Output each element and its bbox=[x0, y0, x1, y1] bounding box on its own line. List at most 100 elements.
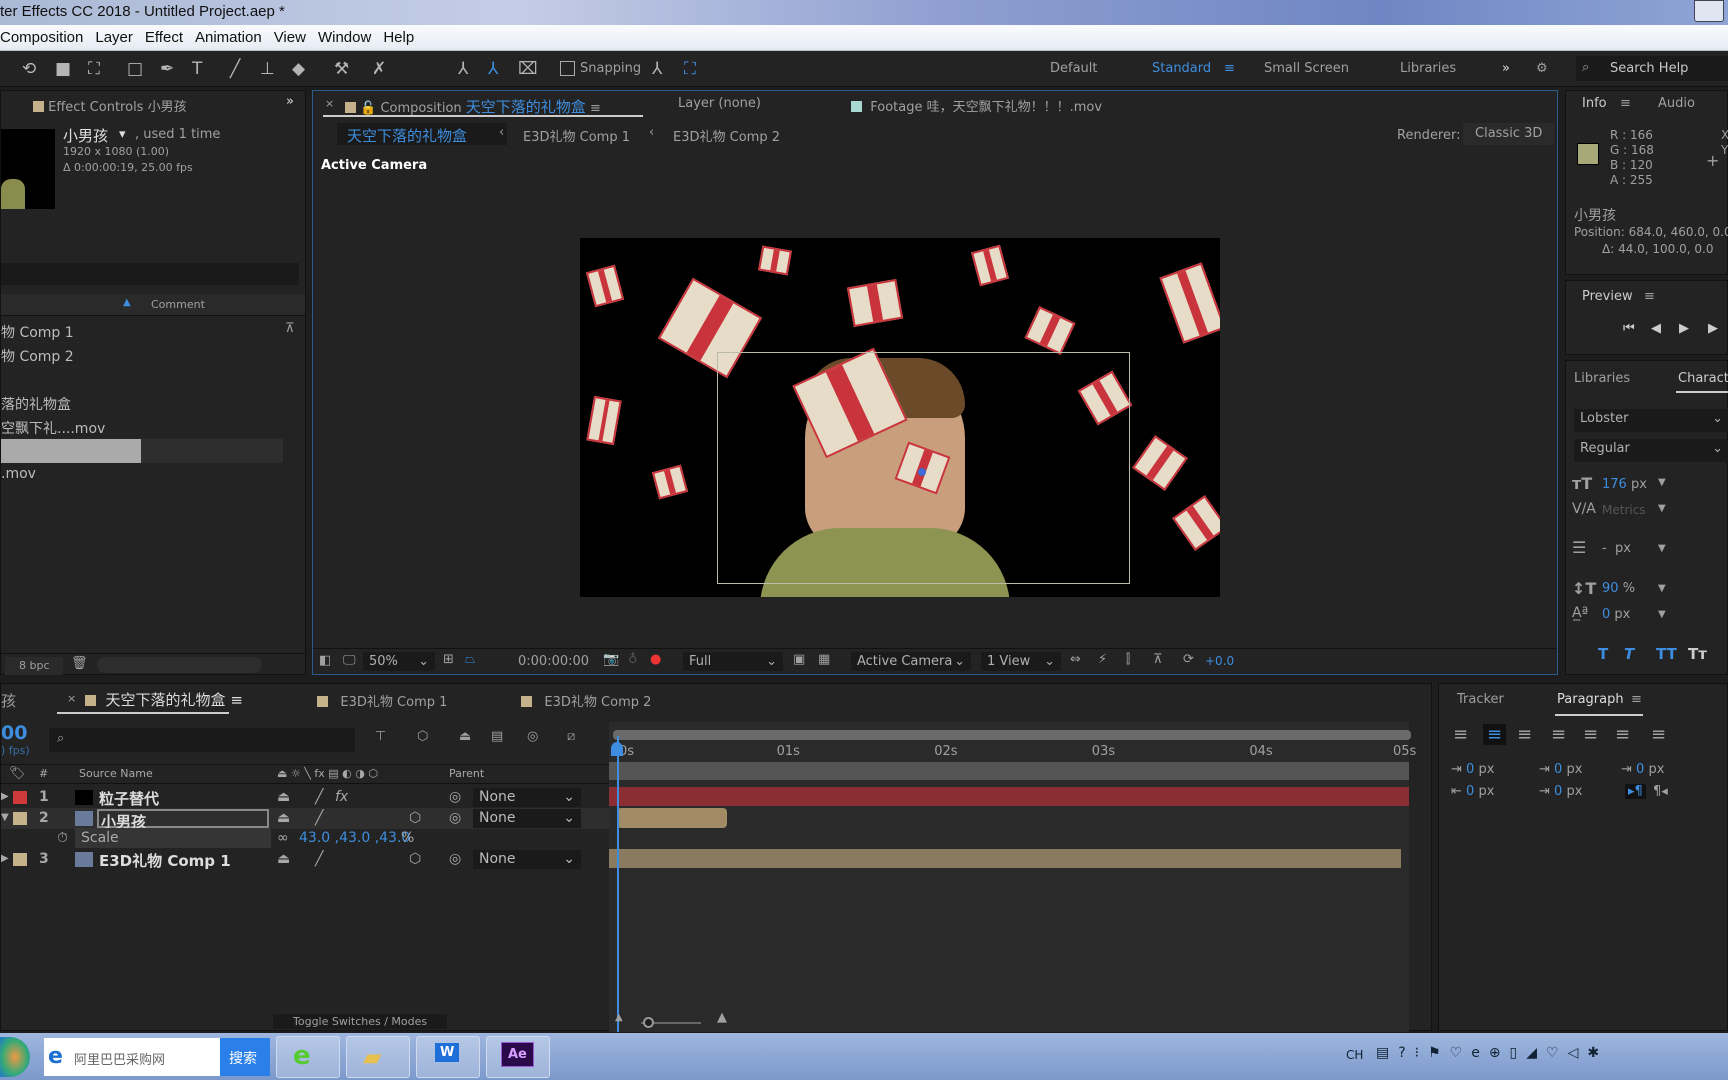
close-tab-icon[interactable]: × bbox=[325, 97, 334, 110]
local-axis-icon[interactable]: ⅄ bbox=[458, 59, 468, 79]
composition-viewer[interactable] bbox=[580, 238, 1220, 597]
resolution-dropdown[interactable]: Full ⌄ bbox=[683, 652, 783, 671]
safe-zones-icon[interactable]: ⊞ bbox=[443, 652, 454, 667]
rotate-tool-icon[interactable]: ⟲ bbox=[22, 59, 36, 79]
quality-switch-icon[interactable]: ╱ bbox=[315, 851, 323, 867]
panel-overflow-icon[interactable]: » bbox=[286, 94, 294, 109]
effect-controls-tab[interactable]: Effect Controls 小男孩 bbox=[33, 96, 187, 115]
panel-menu-icon[interactable]: ≡ bbox=[230, 691, 243, 709]
character-tab[interactable]: Characte bbox=[1678, 371, 1728, 386]
menu-window[interactable]: Window bbox=[318, 29, 371, 50]
first-frame-icon[interactable]: ⏮ bbox=[1623, 321, 1635, 336]
sort-ascending-icon[interactable]: ▲ bbox=[123, 297, 131, 308]
project-item[interactable]: 物 Comp 2 bbox=[1, 343, 283, 367]
label-color[interactable] bbox=[13, 853, 27, 866]
dropdown-arrow-icon[interactable]: ▼ bbox=[1658, 583, 1666, 594]
layer-duration-bar[interactable] bbox=[609, 849, 1401, 868]
renderer-button[interactable]: Classic 3D bbox=[1463, 123, 1555, 145]
breadcrumb-comp2[interactable]: E3D礼物 Comp 2 bbox=[673, 126, 780, 145]
indent-right-field[interactable]: ⇤ 0 px bbox=[1451, 784, 1494, 799]
effects-switch-icon[interactable]: fx bbox=[335, 789, 348, 805]
pick-whip-icon[interactable]: ◎ bbox=[449, 810, 461, 826]
work-area-bar[interactable] bbox=[613, 730, 1411, 740]
breadcrumb-active[interactable]: 天空下落的礼物盒 bbox=[337, 123, 507, 145]
timeline-tab-comp2[interactable]: E3D礼物 Comp 2 bbox=[521, 691, 651, 710]
time-graph[interactable]: 0s 01s 02s 03s 04s 05s bbox=[609, 722, 1416, 1032]
baseline-shift-field[interactable]: 0 px bbox=[1602, 607, 1630, 622]
region-of-interest-icon[interactable]: ▣ bbox=[793, 652, 805, 667]
justify-last-center-icon[interactable]: ≡ bbox=[1583, 724, 1598, 745]
menu-animation[interactable]: Animation bbox=[195, 29, 262, 50]
workspace-standard[interactable]: Standard bbox=[1152, 61, 1211, 76]
transparency-grid-icon[interactable]: ▦ bbox=[818, 652, 830, 667]
snapshot-icon[interactable]: 📷 bbox=[603, 652, 619, 667]
parent-dropdown[interactable]: None ⌄ bbox=[473, 850, 581, 869]
lock-icon[interactable]: 🔓 bbox=[360, 101, 376, 116]
current-time-indicator[interactable] bbox=[617, 736, 619, 1032]
parent-dropdown[interactable]: None ⌄ bbox=[473, 788, 581, 807]
camera-tool-icon[interactable]: ■ bbox=[55, 59, 71, 79]
twirl-closed-icon[interactable]: ▶ bbox=[1, 853, 9, 864]
project-search-input[interactable] bbox=[1, 263, 299, 285]
small-caps-icon[interactable]: Tт bbox=[1688, 645, 1707, 663]
composition-tab[interactable]: 🔓 Composition 天空下落的礼物盒 ≡ bbox=[345, 96, 601, 117]
puppet-tool-icon[interactable]: ✗ bbox=[372, 59, 386, 79]
project-item[interactable]: 物 Comp 1 bbox=[1, 319, 283, 343]
pick-whip-icon[interactable]: ◎ bbox=[449, 851, 461, 867]
monitor-icon[interactable]: 🖵 bbox=[343, 653, 356, 668]
kerning-value[interactable]: Metrics bbox=[1602, 503, 1646, 517]
layer-name[interactable]: 小男孩 bbox=[97, 809, 269, 831]
minimize-button[interactable] bbox=[1694, 0, 1724, 22]
start-button[interactable] bbox=[0, 1037, 30, 1077]
camera-view-dropdown[interactable]: Active Camera ⌄ bbox=[851, 652, 971, 671]
workspace-default[interactable]: Default bbox=[1050, 61, 1098, 76]
justify-last-right-icon[interactable]: ≡ bbox=[1615, 724, 1630, 745]
font-style-dropdown[interactable]: Regular ⌄ bbox=[1574, 439, 1728, 462]
snapping-checkbox[interactable] bbox=[560, 61, 575, 76]
panel-menu-icon[interactable]: ≡ bbox=[1620, 96, 1631, 111]
first-line-indent-field[interactable]: ⇥ 0 px bbox=[1621, 762, 1664, 777]
layer-row[interactable]: ▶ 3 E3D礼物 Comp 1 ⏏ ╱ ⬡ ◎ None ⌄ bbox=[1, 849, 609, 870]
faux-italic-icon[interactable]: T bbox=[1624, 645, 1634, 663]
info-tab[interactable]: Info bbox=[1582, 96, 1607, 111]
system-tray-icons[interactable]: ▤?⁝⚑♡e⊕▯◢♡◁✱ bbox=[1376, 1045, 1608, 1061]
taskbar-explorer[interactable]: ▰ bbox=[346, 1036, 410, 1078]
number-column[interactable]: # bbox=[39, 767, 48, 780]
next-frame-icon[interactable]: ▶ bbox=[1708, 321, 1718, 336]
search-help-input[interactable]: ⌕ Search Help bbox=[1576, 56, 1728, 81]
label-color[interactable] bbox=[13, 812, 27, 825]
shy-switch-icon[interactable]: ⏏ bbox=[277, 851, 290, 867]
workspace-settings-icon[interactable]: ⚙ bbox=[1536, 61, 1548, 76]
snap-icon[interactable]: ⅄ bbox=[652, 59, 662, 79]
timeline-search-input[interactable]: ⌕ bbox=[49, 728, 355, 752]
rectangle-tool-icon[interactable]: □ bbox=[127, 59, 143, 79]
project-item[interactable] bbox=[1, 367, 283, 391]
flowchart-icon[interactable]: ⊼ bbox=[1153, 652, 1163, 667]
more-workspaces-icon[interactable]: » bbox=[1502, 61, 1510, 76]
mask-visibility-icon[interactable]: ⏢ bbox=[465, 652, 475, 667]
playhead-handle[interactable] bbox=[611, 742, 623, 756]
timeline-icon[interactable]: ⫿ bbox=[1126, 652, 1130, 667]
type-tool-icon[interactable]: T bbox=[192, 59, 202, 79]
comment-column[interactable]: Comment bbox=[151, 298, 205, 311]
footage-tab[interactable]: Footage 哇，天空飘下礼物！！！.mov bbox=[851, 96, 1102, 115]
pen-tool-icon[interactable]: ✒ bbox=[160, 59, 174, 79]
pan-behind-tool-icon[interactable]: ⛶ bbox=[88, 59, 100, 79]
world-axis-icon[interactable]: ⅄ bbox=[488, 59, 498, 79]
libraries-tab[interactable]: Libraries bbox=[1574, 371, 1630, 386]
twirl-closed-icon[interactable]: ▶ bbox=[1, 791, 9, 802]
motion-blur-icon[interactable]: ◎ bbox=[527, 729, 538, 744]
label-column-icon[interactable]: 🏷 bbox=[9, 766, 26, 781]
indent-left-field[interactable]: ⇥ 0 px bbox=[1451, 762, 1494, 777]
view-axis-icon[interactable]: ⌧ bbox=[518, 59, 538, 79]
3d-layer-icon[interactable]: ⬡ bbox=[409, 810, 421, 826]
ltr-direction-icon[interactable]: ▸¶ bbox=[1625, 784, 1646, 799]
align-center-icon[interactable]: ≡ bbox=[1483, 724, 1507, 745]
project-item[interactable]: .mov bbox=[1, 463, 283, 487]
twirl-open-icon[interactable]: ▼ bbox=[1, 812, 9, 823]
panel-menu-icon[interactable]: ≡ bbox=[1631, 692, 1642, 707]
roto-brush-tool-icon[interactable]: ⚒ bbox=[334, 59, 349, 79]
shy-layers-icon[interactable]: ⏏ bbox=[459, 729, 471, 744]
timeline-tab-partial[interactable]: 孩 bbox=[1, 690, 16, 711]
taskbar-after-effects[interactable]: Ae bbox=[486, 1036, 550, 1078]
